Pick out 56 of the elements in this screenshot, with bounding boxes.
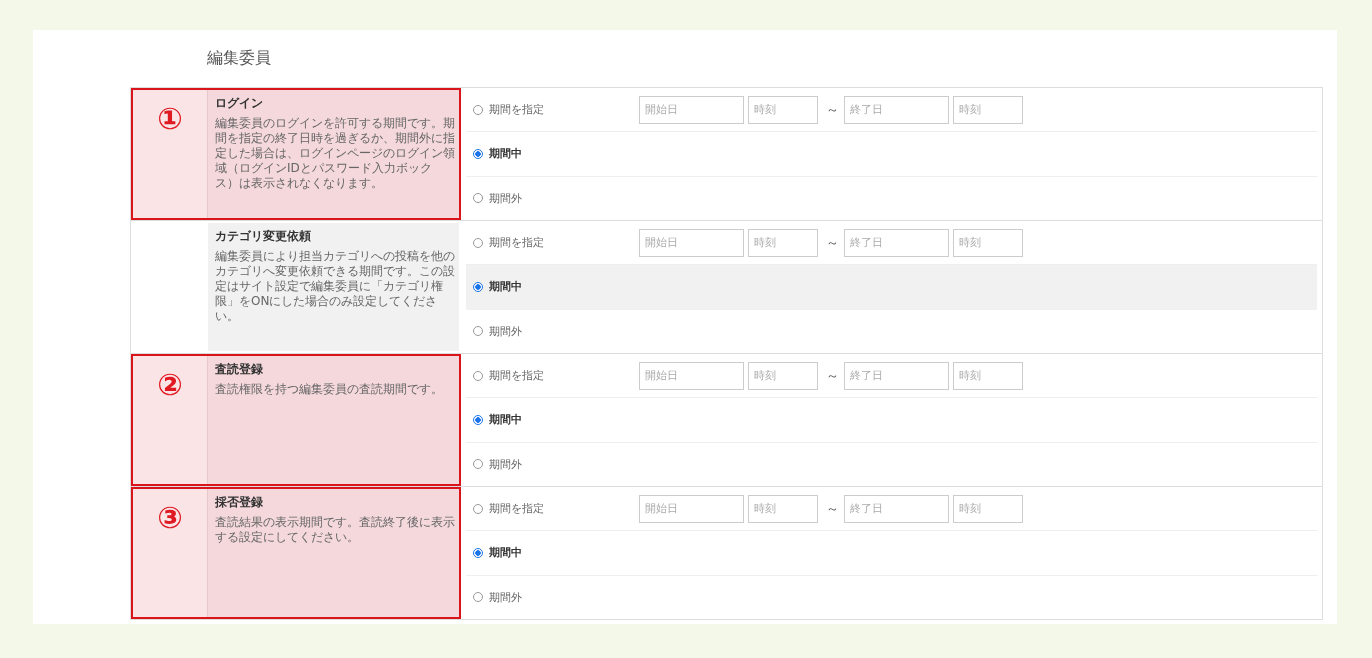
- start-date-field[interactable]: 開始日: [639, 494, 744, 523]
- page-title: 編集委員: [206, 48, 272, 69]
- range-separator: ～: [826, 233, 839, 252]
- radio-button[interactable]: [473, 282, 483, 292]
- option-label[interactable]: 期間を指定: [489, 368, 544, 384]
- start-time-field[interactable]: 時刻: [748, 361, 818, 390]
- radio-button[interactable]: [473, 326, 483, 337]
- option-label[interactable]: 期間中: [489, 412, 522, 428]
- option-label[interactable]: 期間中: [489, 146, 522, 162]
- radio-button[interactable]: [473, 548, 483, 558]
- option-label[interactable]: 期間外: [489, 589, 522, 605]
- setting-title: 査読登録: [215, 361, 264, 378]
- start-time-field[interactable]: 時刻: [748, 95, 818, 124]
- radio-button[interactable]: [473, 503, 483, 514]
- end-date-field[interactable]: 終了日: [844, 228, 949, 257]
- setting-title: 採否登録: [215, 494, 264, 511]
- radio-button[interactable]: [473, 370, 483, 381]
- setting-title: ログイン: [215, 95, 264, 112]
- start-time-field[interactable]: 時刻: [748, 228, 818, 257]
- setting-title: カテゴリ変更依頼: [215, 228, 312, 245]
- start-date-field[interactable]: 開始日: [639, 228, 744, 257]
- setting-description: 編集委員により担当カテゴリへの投稿を他のカテゴリへ変更依頼できる期間です。この設定はサイト設定で編集委員に「カテゴリ権限」をONにした場合のみ設定してください。: [215, 249, 455, 324]
- option-label[interactable]: 期間中: [489, 279, 522, 295]
- range-separator: ～: [826, 100, 839, 119]
- start-date-field[interactable]: 開始日: [639, 361, 744, 390]
- radio-button[interactable]: [473, 459, 483, 470]
- option-label[interactable]: 期間を指定: [489, 102, 544, 118]
- option-label[interactable]: 期間外: [489, 456, 522, 472]
- option-label[interactable]: 期間中: [489, 545, 522, 561]
- range-separator: ～: [826, 366, 839, 385]
- range-separator: ～: [826, 499, 839, 518]
- setting-description: 査読結果の表示期間です。査読終了後に表示する設定にしてください。: [215, 515, 455, 545]
- radio-button[interactable]: [473, 237, 483, 248]
- radio-button[interactable]: [473, 104, 483, 115]
- option-label[interactable]: 期間を指定: [489, 501, 544, 517]
- start-date-field[interactable]: 開始日: [639, 95, 744, 124]
- option-label[interactable]: 期間外: [489, 323, 522, 339]
- end-date-field[interactable]: 終了日: [844, 361, 949, 390]
- radio-button[interactable]: [473, 415, 483, 425]
- end-date-field[interactable]: 終了日: [844, 95, 949, 124]
- setting-description: 編集委員のログインを許可する期間です。期間を指定の終了日時を過ぎるか、期間外に指定した場合は、ログインページのログイン領域（ログインIDとパスワード入力ボックス）は表示されなくなります。: [215, 116, 455, 191]
- option-label[interactable]: 期間を指定: [489, 235, 544, 251]
- setting-description: 査読権限を持つ編集委員の査読期間です。: [215, 382, 444, 397]
- end-time-field[interactable]: 時刻: [953, 228, 1023, 257]
- annotation-number: ①: [157, 102, 183, 136]
- radio-button[interactable]: [473, 592, 483, 603]
- end-time-field[interactable]: 時刻: [953, 95, 1023, 124]
- annotation-number: ③: [157, 501, 183, 535]
- option-label[interactable]: 期間外: [489, 190, 522, 206]
- end-time-field[interactable]: 時刻: [953, 361, 1023, 390]
- start-time-field[interactable]: 時刻: [748, 494, 818, 523]
- end-time-field[interactable]: 時刻: [953, 494, 1023, 523]
- radio-button[interactable]: [473, 149, 483, 159]
- radio-button[interactable]: [473, 193, 483, 204]
- end-date-field[interactable]: 終了日: [844, 494, 949, 523]
- annotation-number: ②: [157, 368, 183, 402]
